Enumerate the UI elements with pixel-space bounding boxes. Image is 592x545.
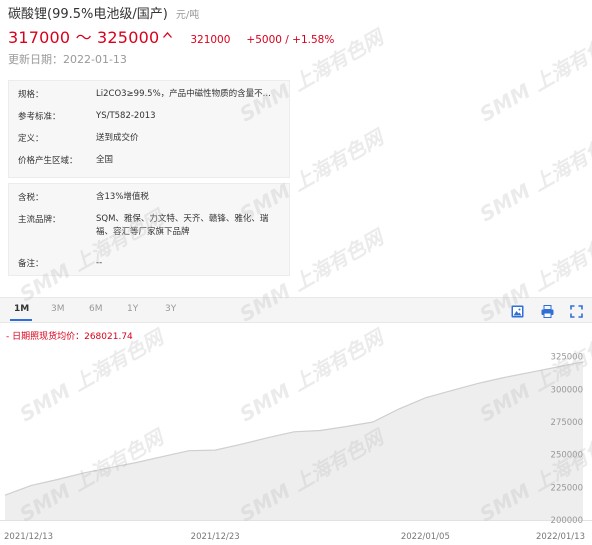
price-change: +5000 / +1.58% [246, 34, 335, 46]
update-date: 更新日期：2022-01-13 [8, 53, 127, 66]
detail-panel: 含税： 含13%增值税 主流品牌： SQM、雅保、力文特、天齐、赣锋、雅化、瑞福… [8, 183, 290, 276]
detail-value: SQM、雅保、力文特、天齐、赣锋、雅化、瑞福、容汇等厂家旗下品牌 [96, 214, 269, 237]
tab-6m[interactable]: 6M [89, 304, 103, 314]
detail-key: 备注： [18, 259, 44, 269]
tab-3y[interactable]: 3Y [165, 304, 176, 314]
spec-key: 价格产生区域： [18, 156, 78, 166]
price-unit: 元/吨 [175, 10, 200, 21]
period-tab-bar: 1M 3M 6M 1Y 3Y [0, 297, 592, 323]
detail-key: 含税： [18, 193, 44, 203]
active-tab-indicator [10, 319, 32, 321]
spec-key: 规格： [18, 90, 44, 100]
y-tick-label: 275000 [551, 418, 583, 428]
spec-value: YS/T582-2013 [96, 111, 156, 121]
tab-1m[interactable]: 1M [14, 304, 29, 314]
product-header: 碳酸锂(99.5%电池级/国产) 元/吨 [8, 3, 199, 22]
y-tick-label: 225000 [551, 483, 583, 493]
x-tick-label: 2022/01/13 [536, 532, 585, 542]
y-tick-label: 250000 [551, 451, 583, 461]
spec-key: 参考标准： [18, 112, 61, 122]
spec-panel: 规格： Li2CO3≥99.5%，产品中磁性物质的含量不... 参考标准： YS… [8, 80, 290, 178]
detail-value: -- [96, 258, 103, 268]
print-icon[interactable] [541, 303, 554, 318]
up-arrow-icon [163, 31, 173, 41]
x-tick-label: 2021/12/23 [191, 532, 240, 542]
detail-key: 主流品牌： [18, 215, 61, 225]
watermark-text: SMM 上海有色网 [475, 25, 592, 127]
image-icon[interactable] [511, 303, 524, 318]
y-tick-label: 200000 [551, 516, 583, 526]
fullscreen-icon[interactable] [570, 303, 583, 318]
detail-value: 含13%增值税 [96, 192, 149, 202]
x-tick-label: 2022/01/05 [401, 532, 450, 542]
price-row: 317000 ～ 325000 321000 +5000 / +1.58% [8, 24, 334, 48]
x-tick-label: 2021/12/13 [4, 532, 53, 542]
average-price: 321000 [190, 34, 231, 46]
price-area-fill [5, 361, 583, 520]
y-tick-label: 325000 [551, 353, 583, 363]
product-title: 碳酸锂(99.5%电池级/国产) [8, 7, 168, 22]
y-tick-label: 300000 [551, 385, 583, 395]
spec-key: 定义： [18, 134, 44, 144]
spec-value: Li2CO3≥99.5%，产品中磁性物质的含量不... [96, 89, 271, 99]
spec-value: 送到成交价 [96, 133, 139, 143]
price-chart: 200000 225000 250000 275000 300000 325000 2021… [0, 353, 592, 542]
watermark-text: SMM 上海有色网 [475, 125, 592, 227]
spec-value: 全国 [96, 155, 114, 165]
price-range: 317000 ～ 325000 [8, 28, 160, 47]
tab-1y[interactable]: 1Y [127, 304, 138, 314]
tab-3m[interactable]: 3M [51, 304, 65, 314]
